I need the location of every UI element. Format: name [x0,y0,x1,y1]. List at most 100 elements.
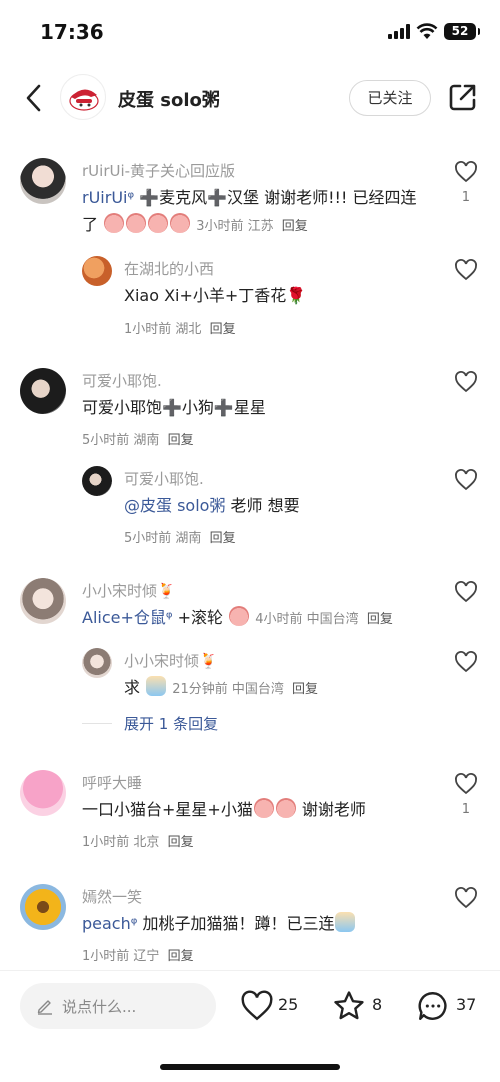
comment-item: 小小宋时倾🍹 Alice+仓鼠ᵠ +滚轮 4小时前 中国台湾 回复 [0,576,500,636]
comment-body: 可爱小耶饱➕小狗➕星星 [82,398,266,417]
home-indicator [160,1064,340,1070]
reply-button[interactable]: 回复 [210,531,236,546]
avatar[interactable] [20,770,66,816]
heart-icon [241,990,273,1021]
heart-icon[interactable] [454,468,478,492]
comment-item: 可爱小耶饱. 可爱小耶饱➕小狗➕星星 5小时前 湖南 回复 [0,366,500,456]
heart-icon[interactable] [454,772,478,796]
mention-link[interactable]: @皮蛋 solo粥 [124,496,225,515]
comment-time: 21分钟前 [172,682,228,697]
emoji-sticker-icon [146,676,167,696]
comment-item: 嫣然一笑 peachᵠ 加桃子加猫猫！蹲！已三连 1小时前 辽宁 回复 [0,882,500,970]
comment-username[interactable]: 呼呼大睡 [82,772,142,793]
heart-icon[interactable] [454,650,478,674]
comment-list: rUirUi-黄子关心回应版 rUirUiᵠ ➕麦克风➕汉堡 谢谢老师!!! 已… [0,140,500,970]
heart-icon[interactable] [454,258,478,282]
comment-location: 中国台湾 [231,682,284,697]
star-count: 8 [372,995,383,1014]
divider [82,723,112,724]
reply-button[interactable]: 回复 [292,682,318,697]
comment-time: 1小时前 [82,949,130,964]
comment-text: @皮蛋 solo粥 老师 想要 [124,492,300,519]
emoji-sticker-icon [104,213,125,233]
avatar[interactable] [20,578,66,624]
comment-username[interactable]: 在湖北的小西 [124,258,214,279]
reply-item: 可爱小耶饱. @皮蛋 solo粥 老师 想要 5小时前 湖南 回复 [0,464,500,554]
comment-count: 37 [456,995,477,1014]
comment-time: 1小时前 [124,322,172,337]
emoji-sticker-icon [275,798,296,818]
avatar[interactable] [20,368,66,414]
follow-button[interactable]: 已关注 [349,80,431,116]
expand-replies-button[interactable]: 展开 1 条回复 [124,713,218,734]
share-button[interactable] [448,82,478,112]
emoji-sticker-icon [253,798,274,818]
comment-time: 1小时前 [82,835,130,850]
reply-button[interactable]: 回复 [168,835,194,850]
like-button[interactable]: 25 [240,989,304,1023]
comment-time: 3小时前 [196,219,244,234]
header: 皮蛋 solo粥 已关注 [0,62,500,134]
favorite-button[interactable]: 8 [332,989,388,1023]
emoji-sticker-icon [229,606,250,626]
avatar[interactable] [20,158,66,204]
comment-time: 5小时前 [124,531,172,546]
reply-button[interactable]: 回复 [282,219,308,234]
avatar[interactable] [20,884,66,930]
reply-button[interactable]: 回复 [367,612,393,627]
comment-meta: 21分钟前 中国台湾 回复 [172,682,318,697]
reply-button[interactable]: 回复 [210,322,236,337]
comment-body: +滚轮 [172,608,224,627]
comment-username[interactable]: 可爱小耶饱. [124,468,204,489]
heart-icon[interactable] [454,580,478,604]
avatar[interactable] [82,466,112,496]
like-count: 1 [461,190,470,205]
like-count: 1 [461,802,470,817]
comment-location: 北京 [133,835,160,850]
comment-body: 一口小猫台+星星+小猫 [82,800,253,819]
share-icon [449,84,476,111]
heart-icon[interactable] [454,160,478,184]
comment-body: 加桃子加猫猫！蹲！已三连 [137,914,335,933]
avatar[interactable] [82,256,112,286]
battery-icon: 52 [444,23,480,40]
author-avatar[interactable] [60,74,106,120]
emoji-sticker-icon [126,213,147,233]
mention-link[interactable]: Alice+仓鼠ᵠ [82,608,173,627]
comment-body: 求 [124,678,141,697]
avatar[interactable] [82,648,112,678]
comment-time: 4小时前 [255,612,303,627]
mention-link[interactable]: peachᵠ [82,914,137,933]
star-icon [334,991,364,1020]
comment-username[interactable]: 可爱小耶饱. [82,370,162,391]
comment-location: 湖北 [175,322,202,337]
reply-button[interactable]: 回复 [168,433,194,448]
comment-meta: 1小时前 北京 回复 [82,831,194,850]
comment-location: 湖南 [133,433,160,448]
comment-username[interactable]: 嫣然一笑 [82,886,142,907]
comment-text: peachᵠ 加桃子加猫猫！蹲！已三连 [82,910,356,937]
comment-location: 辽宁 [133,949,160,964]
comment-location: 中国台湾 [306,612,359,627]
input-placeholder: 说点什么... [62,998,137,1016]
heart-icon[interactable] [454,370,478,394]
back-button[interactable] [18,80,48,116]
comment-body: Xiao Xi+小羊+丁香花🌹 [124,286,307,305]
heart-icon[interactable] [454,886,478,910]
comment-body-suffix: 谢谢老师 [296,800,366,819]
status-time: 17:36 [40,20,104,44]
comment-button[interactable]: 37 [416,989,480,1023]
signal-icon [388,24,410,39]
comment-body: 老师 想要 [225,496,300,515]
comment-meta: 5小时前 湖南 回复 [124,527,236,546]
comment-time: 5小时前 [82,433,130,448]
comment-username[interactable]: rUirUi-黄子关心回应版 [82,160,235,181]
comment-username[interactable]: 小小宋时倾🍹 [124,650,218,671]
emoji-sticker-icon [170,213,191,233]
mention-link[interactable]: rUirUiᵠ [82,188,134,207]
comment-location: 江苏 [247,219,274,234]
comment-input[interactable]: 说点什么... [20,983,216,1029]
wifi-icon [416,23,438,39]
comment-username[interactable]: 小小宋时倾🍹 [82,580,176,601]
reply-button[interactable]: 回复 [168,949,194,964]
